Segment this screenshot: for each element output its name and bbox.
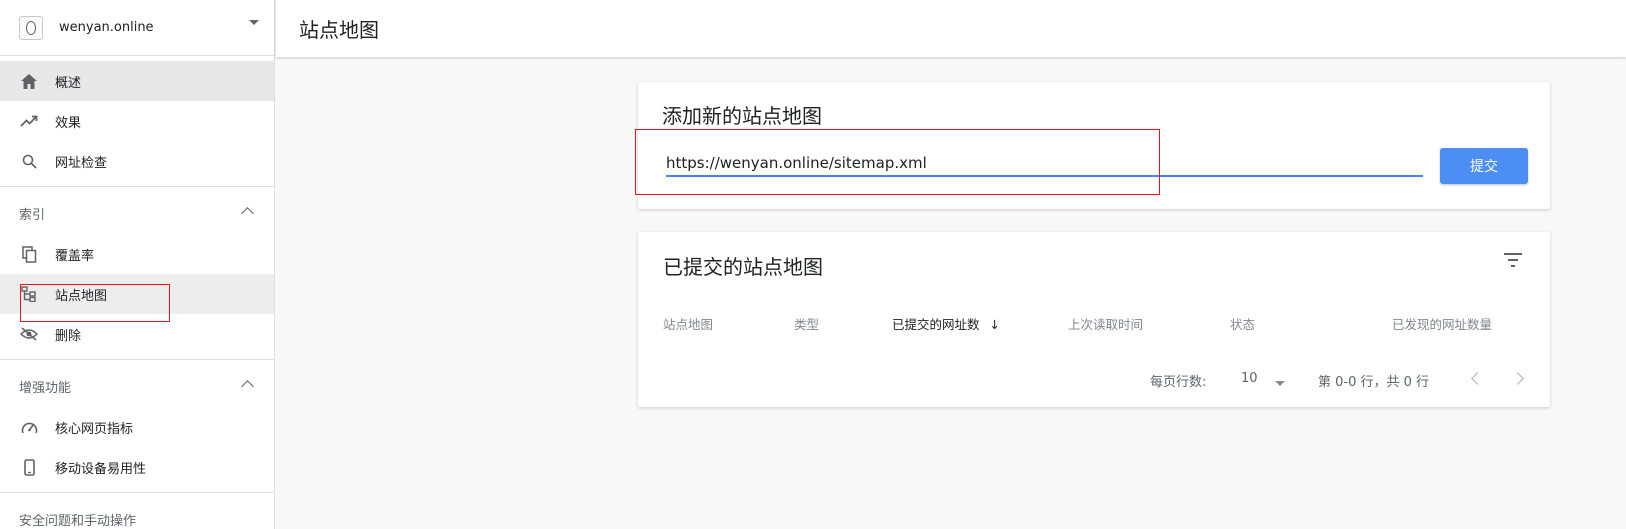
chevron-up-icon[interactable] [241,380,254,393]
property-name: wenyan.online [59,20,154,35]
column-header-status[interactable]: 状态 [1230,314,1255,333]
trending-up-icon [20,112,38,130]
column-header-last-read[interactable]: 上次读取时间 [1068,314,1143,333]
sidebar-item-label: 网址检查 [55,155,108,171]
speed-icon [20,418,38,436]
section-title: 索引 [19,207,46,223]
chevron-left-icon[interactable] [1471,372,1484,385]
column-header-sitemap[interactable]: 站点地图 [663,314,713,333]
add-sitemap-card: 添加新的站点地图 https://wenyan.online/sitemap.x… [638,82,1550,209]
submit-button[interactable]: 提交 [1440,148,1528,184]
dropdown-caret-icon[interactable] [1275,381,1285,386]
sitemap-icon [20,285,38,303]
sidebar-item-label: 核心网页指标 [55,421,134,437]
sidebar-item-overview[interactable]: 概述 [0,61,274,101]
column-header-label: 已提交的网址数 [892,317,980,332]
home-icon [20,72,38,90]
property-favicon [19,15,43,40]
sidebar-item-coverage[interactable]: 覆盖率 [0,234,274,274]
copy-icon [20,245,38,263]
chevron-right-icon[interactable] [1511,372,1524,385]
sidebar-item-removals[interactable]: 删除 [0,314,274,354]
section-enhancements-header[interactable]: 增强功能 [0,365,274,407]
column-header-type[interactable]: 类型 [794,314,819,333]
sidebar-item-label: 站点地图 [55,288,108,304]
sidebar-item-mobile-usability[interactable]: 移动设备易用性 [0,447,274,487]
add-sitemap-title: 添加新的站点地图 [662,104,822,128]
section-title: 安全问题和手动操作 [19,513,137,529]
dropdown-caret-icon[interactable] [249,20,259,25]
sidebar-item-label: 移动设备易用性 [55,461,147,477]
column-header-discovered-urls[interactable]: 已发现的网址数量 [1392,314,1492,333]
smartphone-icon [20,458,38,476]
search-icon [20,152,38,170]
sidebar-item-label: 概述 [55,75,82,91]
sidebar-item-core-web-vitals[interactable]: 核心网页指标 [0,407,274,447]
property-selector[interactable]: wenyan.online [0,0,274,56]
filter-icon[interactable] [1500,250,1526,270]
submitted-sitemaps-card: 已提交的站点地图 站点地图 类型 已提交的网址数 ↓ 上次读取时间 状态 已发现… [638,232,1550,407]
sidebar-item-label: 覆盖率 [55,248,95,264]
top-bar: 站点地图 [276,0,1626,57]
sidebar-divider [0,359,274,360]
rows-per-page-select[interactable]: 10 [1241,371,1258,386]
rows-per-page-label: 每页行数: [1150,375,1207,390]
page-title: 站点地图 [299,18,379,42]
sidebar-item-performance[interactable]: 效果 [0,101,274,141]
sidebar-item-label: 效果 [55,115,82,131]
sidebar-item-sitemaps[interactable]: 站点地图 [0,274,274,314]
section-title: 增强功能 [19,380,72,396]
chevron-up-icon[interactable] [241,207,254,220]
sort-arrow-down-icon: ↓ [989,317,1000,332]
section-index-header[interactable]: 索引 [0,192,274,234]
sidebar: wenyan.online 概述 效果 网址检查 索引 覆盖率 站点地图 删除 … [0,0,275,529]
sidebar-item-label: 删除 [55,328,82,344]
sidebar-divider [0,186,274,187]
visibility-off-icon [20,325,38,343]
section-security-header[interactable]: 安全问题和手动操作 [0,498,274,529]
submitted-sitemaps-title: 已提交的站点地图 [663,255,823,279]
sitemap-url-input[interactable]: https://wenyan.online/sitemap.xml [666,153,1423,177]
column-header-submitted-urls[interactable]: 已提交的网址数 ↓ [892,314,1000,333]
sidebar-item-url-inspection[interactable]: 网址检查 [0,141,274,181]
sidebar-divider [0,492,274,493]
pagination-range: 第 0-0 行，共 0 行 [1318,375,1430,390]
